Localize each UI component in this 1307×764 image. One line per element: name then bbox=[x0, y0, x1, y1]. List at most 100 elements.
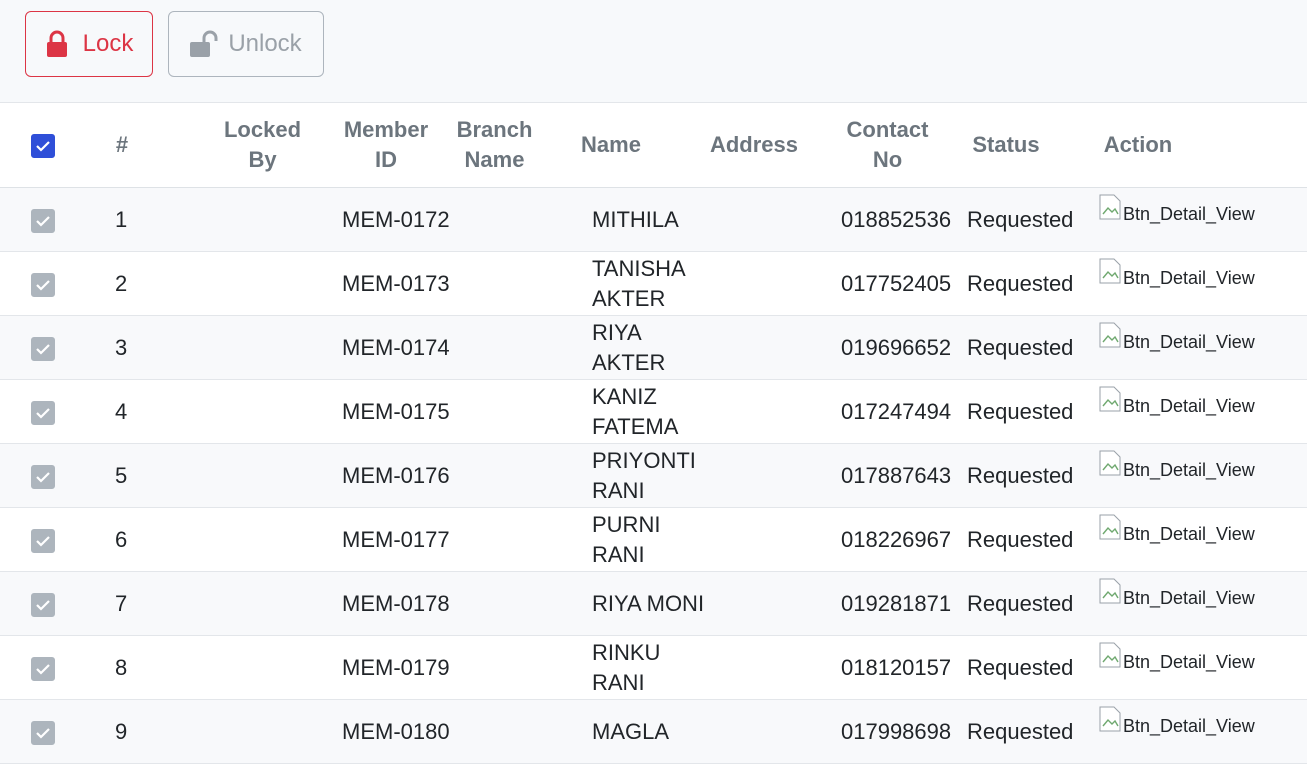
row-status: Requested bbox=[967, 270, 1074, 296]
detail-view-button[interactable]: Btn_Detail_View bbox=[1099, 706, 1255, 737]
row-contact: 019696652 bbox=[841, 334, 952, 360]
detail-view-alt-text: Btn_Detail_View bbox=[1123, 332, 1255, 352]
detail-view-button[interactable]: Btn_Detail_View bbox=[1099, 322, 1255, 353]
row-checkbox[interactable] bbox=[31, 209, 55, 233]
table-row: 5 MEM-0176 PRIYONTI RANI 017887643 Reque… bbox=[0, 444, 1307, 508]
detail-view-button[interactable]: Btn_Detail_View bbox=[1099, 194, 1255, 225]
checkmark-icon bbox=[36, 344, 50, 355]
row-locked-by bbox=[210, 316, 315, 379]
row-name: RINKU RANI bbox=[592, 639, 661, 695]
header-index[interactable]: # bbox=[97, 103, 147, 187]
table-row: 7 MEM-0178 RIYA MONI 019281871 Requested… bbox=[0, 572, 1307, 636]
row-locked-by bbox=[210, 188, 315, 251]
row-locked-by bbox=[210, 700, 315, 763]
row-branch-name bbox=[449, 508, 540, 571]
row-member-id: MEM-0175 bbox=[342, 398, 450, 424]
row-branch-name bbox=[449, 572, 540, 635]
detail-view-alt-text: Btn_Detail_View bbox=[1123, 268, 1255, 288]
checkmark-icon bbox=[36, 664, 50, 675]
row-status: Requested bbox=[967, 334, 1074, 360]
select-all-checkbox[interactable] bbox=[31, 134, 55, 158]
toolbar: Lock Unlock bbox=[0, 0, 1307, 103]
table-row: 3 MEM-0174 RIYA AKTER 019696652 Requeste… bbox=[0, 316, 1307, 380]
unlock-button-label: Unlock bbox=[228, 30, 302, 57]
detail-view-button[interactable]: Btn_Detail_View bbox=[1099, 450, 1255, 481]
checkmark-icon bbox=[36, 280, 50, 291]
table-row: 2 MEM-0173 TANISHA AKTER 017752405 Reque… bbox=[0, 252, 1307, 316]
detail-view-button[interactable]: Btn_Detail_View bbox=[1099, 514, 1255, 545]
row-contact: 018852536 bbox=[841, 206, 952, 232]
row-address bbox=[698, 252, 810, 315]
lock-button[interactable]: Lock bbox=[25, 11, 153, 77]
row-status: Requested bbox=[967, 718, 1074, 744]
detail-view-button[interactable]: Btn_Detail_View bbox=[1099, 642, 1255, 673]
detail-view-button[interactable]: Btn_Detail_View bbox=[1099, 578, 1255, 609]
broken-image-icon bbox=[1099, 258, 1121, 284]
row-address bbox=[698, 636, 810, 699]
checkmark-icon bbox=[36, 408, 50, 419]
row-status: Requested bbox=[967, 206, 1074, 232]
row-member-id: MEM-0174 bbox=[342, 334, 450, 360]
broken-image-icon bbox=[1099, 578, 1121, 604]
detail-view-alt-text: Btn_Detail_View bbox=[1123, 204, 1255, 224]
detail-view-button[interactable]: Btn_Detail_View bbox=[1099, 386, 1255, 417]
row-name: MITHILA bbox=[592, 206, 679, 232]
header-address[interactable]: Address bbox=[698, 103, 810, 187]
row-address bbox=[698, 508, 810, 571]
row-checkbox[interactable] bbox=[31, 401, 55, 425]
broken-image-icon bbox=[1099, 514, 1121, 540]
header-name[interactable]: Name bbox=[566, 103, 656, 187]
header-status[interactable]: Status bbox=[960, 103, 1052, 187]
checkmark-icon bbox=[36, 536, 50, 547]
checkmark-icon bbox=[36, 216, 50, 227]
row-locked-by bbox=[210, 444, 315, 507]
broken-image-icon bbox=[1099, 194, 1121, 220]
unlock-button[interactable]: Unlock bbox=[168, 11, 324, 77]
row-index: 4 bbox=[115, 398, 128, 424]
row-name: PRIYONTI RANI bbox=[592, 447, 696, 503]
row-contact: 017752405 bbox=[841, 270, 952, 296]
row-member-id: MEM-0173 bbox=[342, 270, 450, 296]
row-branch-name bbox=[449, 316, 540, 379]
row-address bbox=[698, 700, 810, 763]
row-address bbox=[698, 444, 810, 507]
row-index: 8 bbox=[115, 654, 128, 680]
members-table: # Locked By Member ID Branch Name Name A… bbox=[0, 103, 1307, 764]
checkmark-icon bbox=[36, 728, 50, 739]
row-address bbox=[698, 316, 810, 379]
row-branch-name bbox=[449, 188, 540, 251]
header-branch-name[interactable]: Branch Name bbox=[449, 103, 540, 187]
row-member-id: MEM-0178 bbox=[342, 590, 450, 616]
broken-image-icon bbox=[1099, 706, 1121, 732]
broken-image-icon bbox=[1099, 450, 1121, 476]
checkmark-icon bbox=[36, 141, 50, 152]
row-checkbox[interactable] bbox=[31, 593, 55, 617]
row-contact: 018226967 bbox=[841, 526, 952, 552]
header-member-id[interactable]: Member ID bbox=[333, 103, 439, 187]
row-checkbox[interactable] bbox=[31, 529, 55, 553]
row-name: PURNI RANI bbox=[592, 511, 661, 567]
row-contact: 019281871 bbox=[841, 590, 952, 616]
row-checkbox[interactable] bbox=[31, 273, 55, 297]
row-index: 5 bbox=[115, 462, 128, 488]
header-locked-by[interactable]: Locked By bbox=[210, 103, 315, 187]
row-status: Requested bbox=[967, 590, 1074, 616]
row-status: Requested bbox=[967, 398, 1074, 424]
detail-view-button[interactable]: Btn_Detail_View bbox=[1099, 258, 1255, 289]
row-checkbox[interactable] bbox=[31, 721, 55, 745]
row-name: MAGLA bbox=[592, 718, 670, 744]
row-index: 7 bbox=[115, 590, 128, 616]
checkmark-icon bbox=[36, 600, 50, 611]
row-index: 3 bbox=[115, 334, 128, 360]
row-member-id: MEM-0177 bbox=[342, 526, 450, 552]
detail-view-alt-text: Btn_Detail_View bbox=[1123, 524, 1255, 544]
row-contact: 017887643 bbox=[841, 462, 952, 488]
row-name: RIYA MONI bbox=[592, 590, 705, 616]
row-checkbox[interactable] bbox=[31, 657, 55, 681]
row-branch-name bbox=[449, 380, 540, 443]
row-contact: 017998698 bbox=[841, 718, 952, 744]
header-contact-no[interactable]: Contact No bbox=[835, 103, 940, 187]
unlock-icon bbox=[190, 30, 218, 58]
row-checkbox[interactable] bbox=[31, 465, 55, 489]
row-checkbox[interactable] bbox=[31, 337, 55, 361]
